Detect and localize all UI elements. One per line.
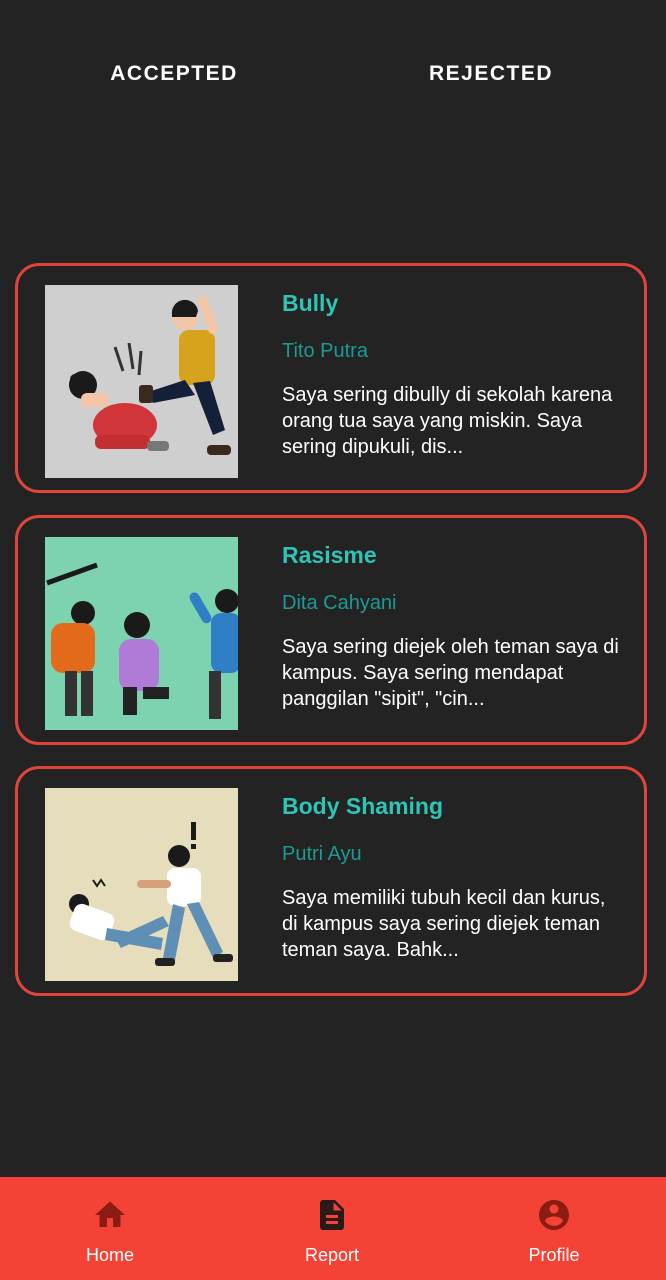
report-author: Tito Putra bbox=[282, 340, 368, 362]
report-description: Saya memiliki tubuh kecil dan kurus, di … bbox=[282, 887, 606, 961]
report-author: Dita Cahyani bbox=[282, 592, 397, 614]
document-icon bbox=[314, 1197, 350, 1233]
nav-report-label: Report bbox=[304, 1245, 360, 1265]
tab-accepted[interactable]: ACCEPTED bbox=[64, 58, 284, 90]
app-root: ACCEPTED REJECTED Bully Tito Putra Saya … bbox=[0, 0, 666, 1280]
nav-profile[interactable]: Profile bbox=[474, 1177, 634, 1280]
report-title: Body Shaming bbox=[282, 793, 444, 819]
status-tabs: ACCEPTED REJECTED bbox=[0, 0, 666, 150]
nav-home[interactable]: Home bbox=[30, 1177, 190, 1280]
nav-profile-label: Profile bbox=[528, 1245, 580, 1265]
nav-home-label: Home bbox=[85, 1245, 134, 1265]
home-icon bbox=[92, 1197, 128, 1233]
report-title: Rasisme bbox=[282, 542, 377, 568]
account-circle-icon bbox=[536, 1197, 572, 1233]
report-title: Bully bbox=[282, 290, 339, 316]
bully-illustration bbox=[45, 285, 238, 478]
report-card-bully[interactable]: Bully Tito Putra Saya sering dibully di … bbox=[15, 263, 647, 493]
bottom-navigation: Home Report Profile bbox=[0, 1177, 666, 1280]
report-author: Putri Ayu bbox=[282, 843, 362, 865]
body-shaming-illustration bbox=[45, 788, 238, 981]
report-card-body-shaming[interactable]: Body Shaming Putri Ayu Saya memiliki tub… bbox=[15, 766, 647, 996]
report-description: Saya sering dibully di sekolah karena or… bbox=[282, 384, 613, 458]
report-description: Saya sering diejek oleh teman saya di ka… bbox=[282, 636, 619, 710]
report-card-rasisme[interactable]: Rasisme Dita Cahyani Saya sering diejek … bbox=[15, 515, 647, 745]
tab-rejected[interactable]: REJECTED bbox=[381, 58, 601, 90]
nav-report[interactable]: Report bbox=[252, 1177, 412, 1280]
racism-illustration bbox=[45, 537, 238, 730]
